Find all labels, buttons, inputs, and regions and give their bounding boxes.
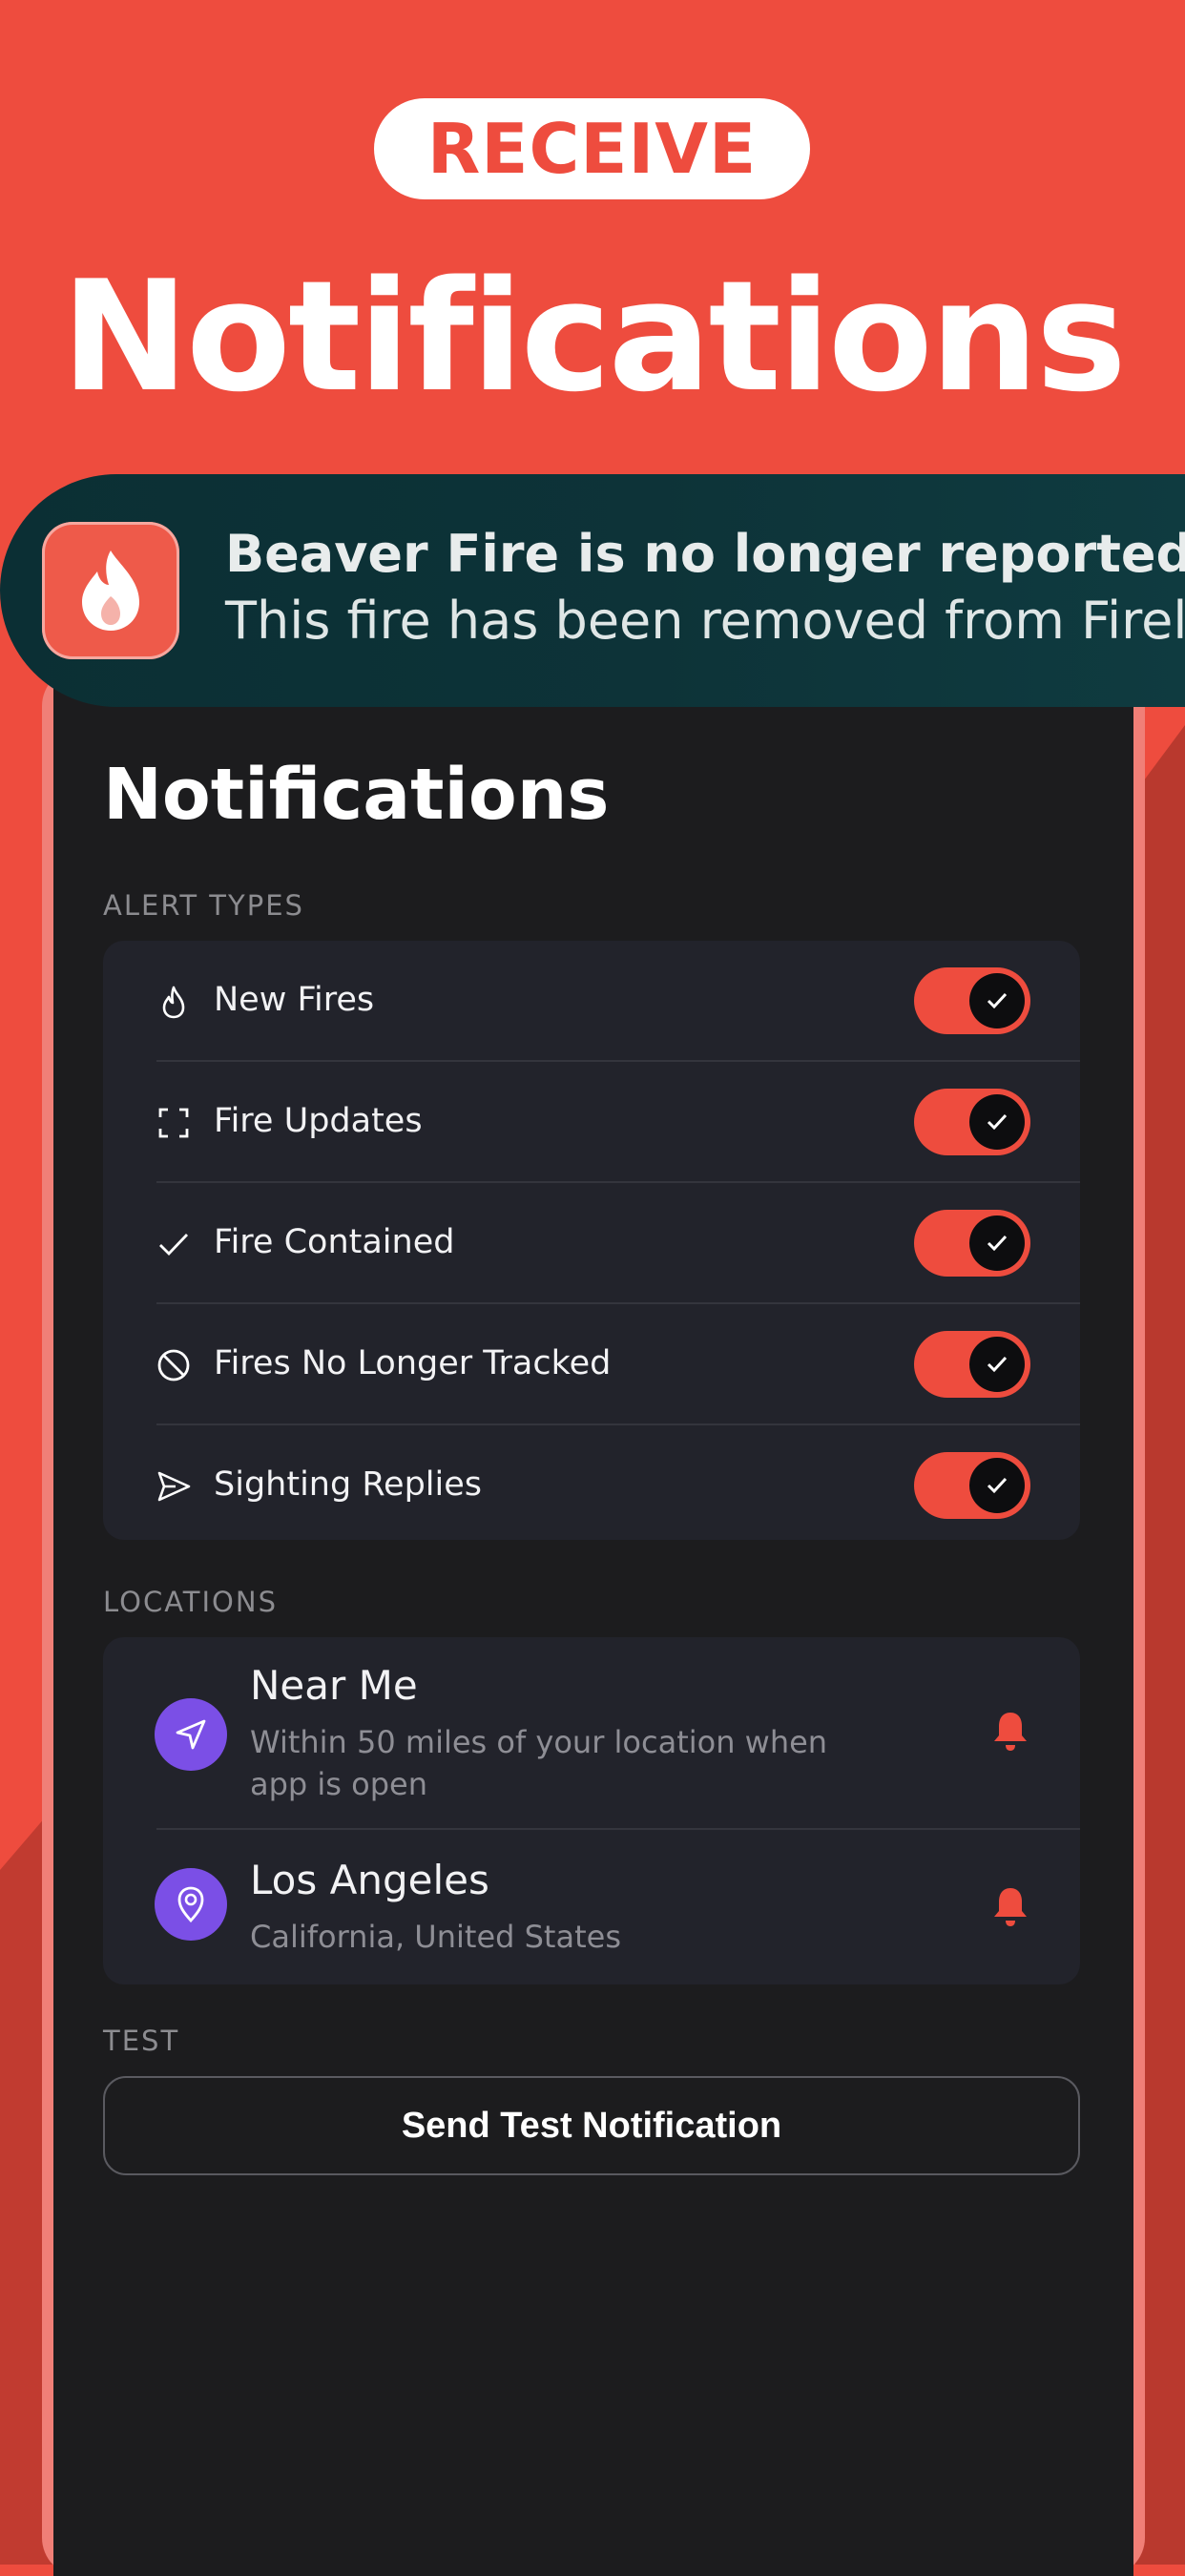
check-icon	[987, 1477, 1008, 1494]
alert-types-card: New Fires Fire Updates Fire Contained Fi…	[103, 941, 1080, 1540]
location-subtitle: California, United States	[250, 1919, 621, 1955]
notification-body: This fire has been removed from Firelo	[225, 591, 1185, 651]
section-label-test: TEST	[103, 2025, 180, 2057]
alert-label: Fire Updates	[214, 1102, 423, 1140]
alert-row-no-longer-tracked[interactable]: Fires No Longer Tracked	[103, 1304, 1080, 1425]
location-name: Near Me	[250, 1662, 418, 1709]
prohibited-icon	[157, 1349, 190, 1381]
check-icon	[987, 1356, 1008, 1373]
locations-card: Near Me Within 50 miles of your location…	[103, 1637, 1080, 1984]
notification-title: Beaver Fire is no longer reported...	[225, 524, 1185, 584]
check-icon	[987, 1235, 1008, 1252]
location-row-los-angeles[interactable]: Los Angeles California, United States	[103, 1830, 1080, 1984]
toggle-knob	[969, 1337, 1025, 1392]
promo-headline: Notifications	[61, 247, 1127, 426]
send-test-notification-button[interactable]: Send Test Notification	[103, 2076, 1080, 2175]
location-name: Los Angeles	[250, 1857, 489, 1903]
no-longer-tracked-toggle[interactable]	[914, 1331, 1030, 1398]
check-icon	[987, 1113, 1008, 1131]
map-pin-icon	[155, 1868, 227, 1941]
flame-icon	[162, 986, 185, 1019]
toggle-knob	[969, 1215, 1025, 1271]
toggle-knob	[969, 1458, 1025, 1513]
check-icon	[987, 992, 1008, 1009]
alert-label: Fire Contained	[214, 1223, 455, 1261]
alert-row-fire-updates[interactable]: Fire Updates	[103, 1062, 1080, 1183]
alert-row-fire-contained[interactable]: Fire Contained	[103, 1183, 1080, 1304]
fire-contained-toggle[interactable]	[914, 1210, 1030, 1277]
toggle-knob	[969, 973, 1025, 1028]
alert-label: New Fires	[214, 981, 375, 1019]
check-icon	[159, 1234, 189, 1257]
focus-frame-icon	[158, 1108, 189, 1138]
fire-updates-toggle[interactable]	[914, 1089, 1030, 1155]
flame-app-icon	[42, 522, 179, 659]
location-row-near-me[interactable]: Near Me Within 50 miles of your location…	[103, 1637, 1080, 1830]
alert-label: Sighting Replies	[214, 1465, 483, 1504]
receive-badge-label: RECEIVE	[426, 109, 758, 189]
alert-row-sighting-replies[interactable]: Sighting Replies	[103, 1425, 1080, 1547]
send-icon	[157, 1471, 191, 1502]
navigation-arrow-icon	[155, 1698, 227, 1771]
receive-badge: RECEIVE	[374, 98, 810, 199]
alert-label: Fires No Longer Tracked	[214, 1344, 612, 1382]
alert-row-new-fires[interactable]: New Fires	[103, 941, 1080, 1062]
section-label-alert-types: ALERT TYPES	[103, 889, 304, 922]
bell-icon[interactable]	[990, 1885, 1030, 1927]
notification-banner[interactable]: Beaver Fire is no longer reported... Thi…	[0, 474, 1185, 707]
toggle-knob	[969, 1094, 1025, 1150]
new-fires-toggle[interactable]	[914, 967, 1030, 1034]
page-title: Notifications	[103, 754, 610, 836]
location-subtitle: Within 50 miles of your location when ap…	[250, 1724, 828, 1802]
sighting-replies-toggle[interactable]	[914, 1452, 1030, 1519]
bell-icon[interactable]	[990, 1710, 1030, 1752]
section-label-locations: LOCATIONS	[103, 1586, 278, 1618]
